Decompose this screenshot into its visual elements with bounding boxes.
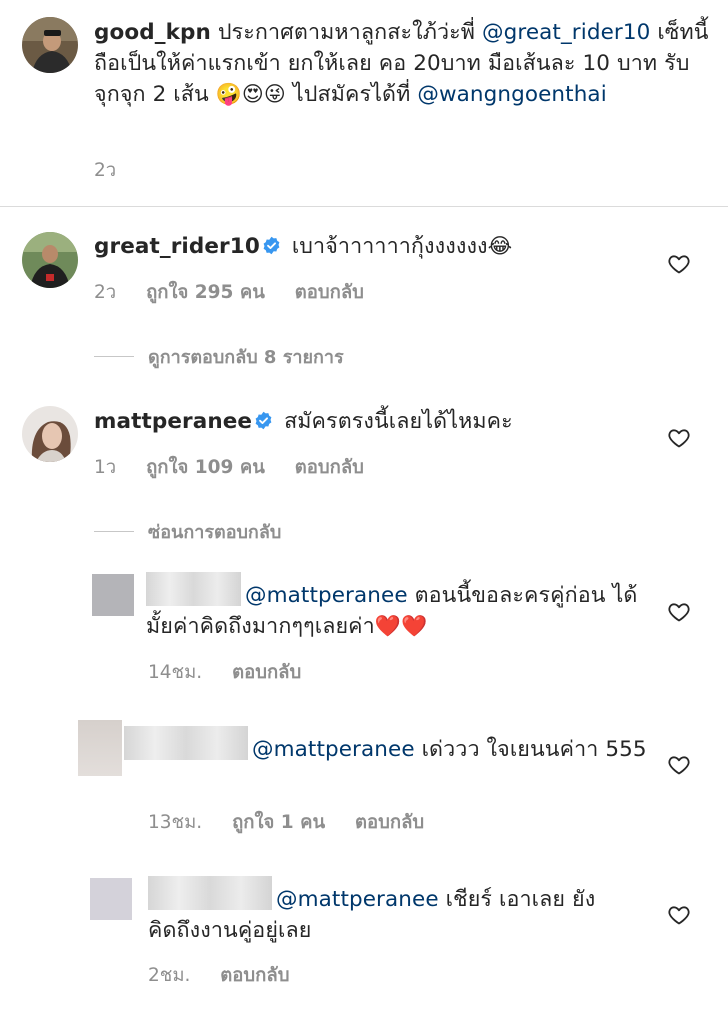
comment-meta: 1ว ถูกใจ 109 คน ตอบกลับ [94, 453, 388, 482]
comment-emoji: 😂 [487, 234, 513, 258]
like-heart-icon[interactable] [667, 252, 691, 276]
comment-time: 1ว [94, 457, 117, 478]
caption-text-3: ไปสมัครได้ที่ [292, 82, 411, 107]
reply-meta: 2ชม. ตอบกลับ [148, 961, 313, 990]
like-heart-icon[interactable] [667, 903, 691, 927]
reply-time: 13ชม. [148, 812, 203, 833]
reply-avatar-redacted [92, 574, 134, 616]
reply-text: @mattperanee เชียร์ เอาเลย ยัง คิดถึงงาน… [148, 876, 648, 946]
comment-text: mattperanee สมัครตรงนี้เลยได้ไหมคะ [94, 406, 654, 437]
caption-username[interactable]: good_kpn [94, 20, 211, 45]
avatar[interactable] [22, 232, 78, 288]
reply-button[interactable]: ตอบกลับ [220, 965, 289, 986]
reply-button[interactable]: ตอบกลับ [355, 812, 424, 833]
thread-line [94, 531, 134, 532]
caption-text: good_kpn ประกาศตามหาลูกสะใภ้ว่ะพี่ @grea… [94, 17, 714, 110]
comment-username[interactable]: mattperanee [94, 409, 252, 434]
caption-emojis: 🤪😍😜 [215, 82, 286, 106]
redacted-username [146, 572, 241, 606]
reply-meta: 14ชม. ตอบกลับ [148, 658, 325, 687]
reply-mention[interactable]: @mattperanee [245, 583, 408, 608]
reply-mention[interactable]: @mattperanee [252, 737, 415, 762]
verified-badge-icon [262, 233, 281, 255]
reply-mention[interactable]: @mattperanee [276, 887, 439, 912]
caption-meta: 2ว [94, 156, 140, 185]
like-heart-icon[interactable] [667, 426, 691, 450]
reply-text: @mattperanee ตอนนี้ขอละครคู่ก่อน ได้มั้ย… [146, 572, 656, 642]
caption-mention-2[interactable]: @wangngoenthai [417, 82, 606, 107]
avatar[interactable] [22, 406, 78, 462]
reply-meta: 13ชม. ถูกใจ 1 คน ตอบกลับ [148, 808, 448, 837]
reply-time: 14ชม. [148, 662, 203, 683]
caption-time: 2ว [94, 160, 117, 181]
reply-avatar-redacted [90, 878, 132, 920]
comment-meta: 2ว ถูกใจ 295 คน ตอบกลับ [94, 278, 388, 307]
reply-avatar-redacted [78, 720, 122, 776]
view-replies-button[interactable]: ดูการตอบกลับ 8 รายการ [94, 342, 344, 371]
thread-line [94, 356, 134, 357]
hide-replies-button[interactable]: ซ่อนการตอบกลับ [94, 517, 281, 546]
comment-body: เบาจ้าาาาาากุ้งงงงงง [291, 234, 488, 259]
view-replies-label[interactable]: ดูการตอบกลับ 8 รายการ [148, 342, 344, 371]
redacted-username [124, 726, 248, 760]
reply-time: 2ชม. [148, 965, 191, 986]
hide-replies-label[interactable]: ซ่อนการตอบกลับ [148, 517, 281, 546]
reply-body: เด่ววว ใจเยนนค่าา 555 [421, 737, 647, 762]
post-caption: good_kpn ประกาศตามหาลูกสะใภ้ว่ะพี่ @grea… [0, 0, 728, 206]
like-heart-icon[interactable] [667, 600, 691, 624]
verified-badge-icon [254, 408, 273, 430]
divider [0, 206, 728, 207]
likes-count[interactable]: ถูกใจ 295 คน [146, 282, 265, 303]
reply-text: @mattperanee เด่ววว ใจเยนนค่าา 555 [124, 726, 654, 765]
like-heart-icon[interactable] [667, 753, 691, 777]
likes-count[interactable]: ถูกใจ 109 คน [146, 457, 265, 478]
comment-body: สมัครตรงนี้เลยได้ไหมคะ [284, 409, 513, 434]
caption-mention-1[interactable]: @great_rider10 [482, 20, 650, 45]
comment-time: 2ว [94, 282, 117, 303]
likes-count[interactable]: ถูกใจ 1 คน [232, 812, 325, 833]
reply-emoji: ❤️❤️ [374, 614, 428, 638]
reply-button[interactable]: ตอบกลับ [232, 662, 301, 683]
comment-username[interactable]: great_rider10 [94, 234, 260, 259]
redacted-username [148, 876, 272, 910]
reply-button[interactable]: ตอบกลับ [295, 282, 364, 303]
comment-text: great_rider10 เบาจ้าาาาาากุ้งงงงงง😂 [94, 231, 654, 262]
caption-text-1: ประกาศตามหาลูกสะใภ้ว่ะพี่ [217, 20, 476, 45]
reply-button[interactable]: ตอบกลับ [295, 457, 364, 478]
avatar[interactable] [22, 17, 78, 73]
